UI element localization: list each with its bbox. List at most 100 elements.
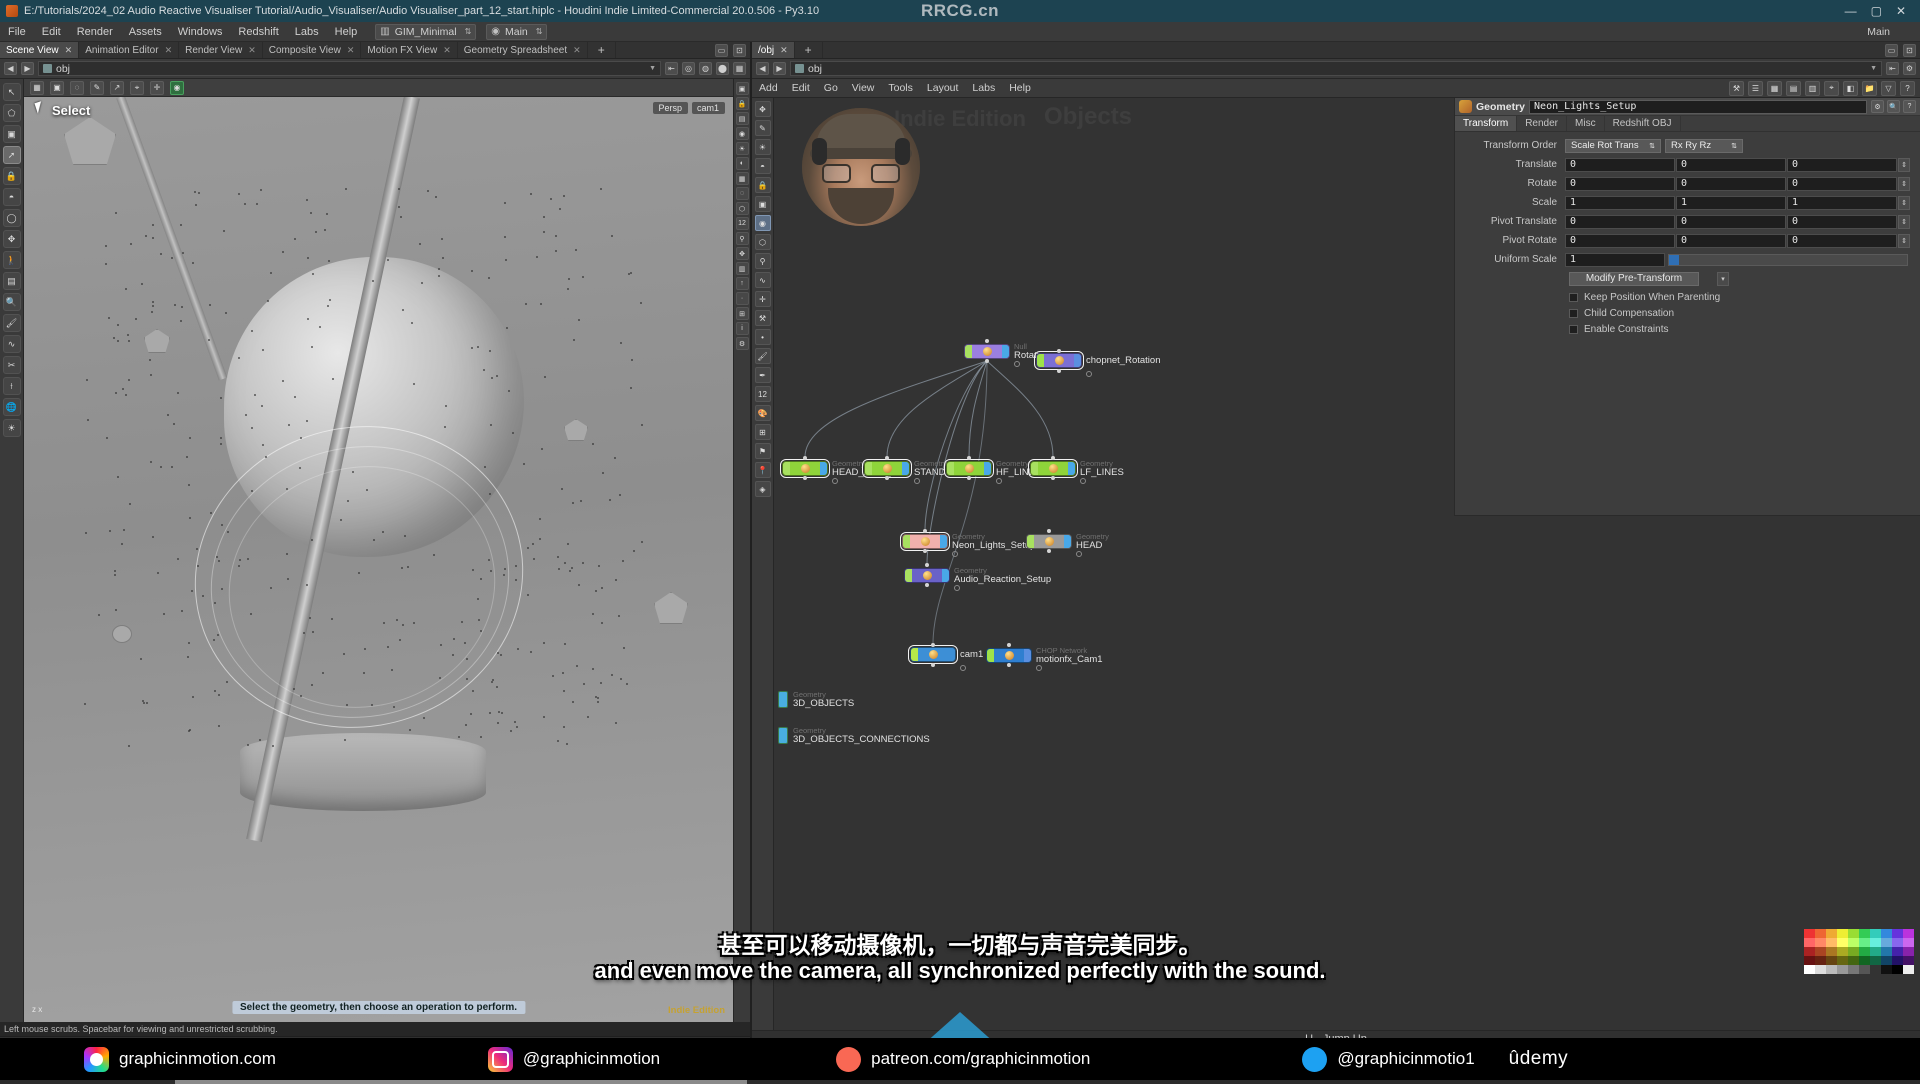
menu-file[interactable]: File: [0, 22, 34, 42]
node-output-connector[interactable]: [967, 476, 971, 480]
param-gear-icon[interactable]: ⚙: [1871, 100, 1884, 113]
close-icon[interactable]: ✕: [347, 45, 355, 56]
network-node[interactable]: GeometryAudio_Reaction_Setup: [904, 567, 1051, 585]
tab-geometry-spreadsheet[interactable]: Geometry Spreadsheet ✕: [458, 42, 588, 58]
menu-windows[interactable]: Windows: [170, 22, 231, 42]
target-icon[interactable]: ◎: [682, 62, 695, 75]
node-body[interactable]: [904, 568, 950, 583]
palette-swatch[interactable]: [1804, 965, 1815, 974]
net-tool-misc-icon[interactable]: ◈: [755, 481, 771, 497]
param-value-field[interactable]: 0: [1676, 177, 1786, 191]
palette-swatch[interactable]: [1903, 947, 1914, 956]
param-value-field[interactable]: 1: [1787, 196, 1897, 210]
node-input-connector[interactable]: [925, 563, 929, 567]
view-tool-walk-icon[interactable]: 🚶: [3, 251, 21, 269]
node-display-flag[interactable]: [947, 462, 954, 475]
brand-udemy[interactable]: ûdemy: [1509, 1048, 1569, 1070]
palette-swatch[interactable]: [1859, 956, 1870, 965]
palette-swatch[interactable]: [1903, 965, 1914, 974]
network-node[interactable]: GeometryNeon_Lights_Setup: [902, 533, 1035, 551]
panel-maximize-icon[interactable]: ⊡: [1903, 44, 1916, 57]
param-value-field[interactable]: 0: [1676, 158, 1786, 172]
palette-swatch[interactable]: [1826, 956, 1837, 965]
net-tool-group-icon[interactable]: ⊞: [755, 424, 771, 440]
back-icon[interactable]: ◀: [4, 62, 17, 75]
view-tool-cut-icon[interactable]: ✂: [3, 356, 21, 374]
palette-swatch[interactable]: [1804, 947, 1815, 956]
netmenu-layout[interactable]: Layout: [920, 79, 966, 98]
net-filter-icon[interactable]: ▽: [1881, 81, 1896, 96]
net-tool-lock-icon[interactable]: 🔒: [755, 177, 771, 193]
node-input-connector[interactable]: [931, 643, 935, 647]
add-network-tab-button[interactable]: +: [795, 42, 823, 58]
view-tool-box-icon[interactable]: ▣: [3, 125, 21, 143]
network-settings-icon[interactable]: ⚙: [1903, 62, 1916, 75]
param-value-field[interactable]: 0: [1565, 234, 1675, 248]
network-node[interactable]: CHOP Networkmotionfx_Cam1: [986, 647, 1103, 665]
modify-pretransform-button[interactable]: Modify Pre-Transform: [1569, 272, 1699, 286]
network-color-palette[interactable]: [1804, 929, 1914, 974]
scene-path-field[interactable]: obj ▼: [38, 61, 661, 76]
palette-swatch[interactable]: [1870, 938, 1881, 947]
chevron-down-icon[interactable]: ▼: [1870, 65, 1877, 72]
palette-swatch[interactable]: [1892, 947, 1903, 956]
uniform-scale-field[interactable]: 1: [1565, 253, 1665, 267]
net-tool-edit-icon[interactable]: ✎: [755, 120, 771, 136]
param-value-field[interactable]: 0: [1787, 177, 1897, 191]
vr-camera-icon[interactable]: ▣: [736, 82, 749, 95]
view-tool-globe-icon[interactable]: 🌐: [3, 398, 21, 416]
netmenu-tools[interactable]: Tools: [881, 79, 920, 98]
node-display-flag[interactable]: [965, 345, 972, 358]
grid-icon[interactable]: ▦: [733, 62, 746, 75]
palette-swatch[interactable]: [1815, 938, 1826, 947]
rotate-order-select[interactable]: Rx Ry Rz ⇅: [1665, 139, 1743, 153]
view-tool-paint-icon[interactable]: 🖌: [3, 314, 21, 332]
menu-labs[interactable]: Labs: [287, 22, 327, 42]
netmenu-add[interactable]: Add: [752, 79, 785, 98]
network-node[interactable]: GeometrySTAND: [864, 460, 947, 478]
network-node[interactable]: GeometryHF_LINES: [946, 460, 1041, 478]
tab-composite-view[interactable]: Composite View ✕: [263, 42, 362, 58]
vr-12-icon[interactable]: 12: [736, 217, 749, 230]
view-tool-poly-icon[interactable]: ⬠: [3, 104, 21, 122]
node-output-connector[interactable]: [925, 583, 929, 587]
palette-swatch[interactable]: [1837, 929, 1848, 938]
view-tool-handle-icon[interactable]: ✥: [3, 230, 21, 248]
net-tool-dot-icon[interactable]: •: [755, 329, 771, 345]
panel-menu-icon[interactable]: ▭: [1885, 44, 1898, 57]
network-node[interactable]: GeometryHEAD: [1026, 533, 1109, 551]
desktop-selector[interactable]: ▥ GIM_Minimal ⇅: [375, 24, 476, 40]
node-render-flag[interactable]: [1068, 462, 1075, 475]
view-tool-arrow-icon[interactable]: ↖: [3, 83, 21, 101]
node-input-connector[interactable]: [923, 529, 927, 533]
param-value-field[interactable]: 1: [1565, 196, 1675, 210]
palette-swatch[interactable]: [1815, 956, 1826, 965]
vr-eye-icon[interactable]: ◉: [736, 127, 749, 140]
node-input-connector[interactable]: [885, 456, 889, 460]
palette-swatch[interactable]: [1848, 938, 1859, 947]
vr-light-icon[interactable]: ☀: [736, 142, 749, 155]
checkbox-child-compensation[interactable]: Child Compensation: [1455, 305, 1910, 321]
param-row-handle-icon[interactable]: ⇕: [1898, 196, 1910, 210]
vp-snap-icon[interactable]: ⌖: [130, 81, 144, 95]
param-value-field[interactable]: 1: [1676, 196, 1786, 210]
palette-swatch[interactable]: [1837, 938, 1848, 947]
net-tool-paint-icon[interactable]: 🎨: [755, 405, 771, 421]
node-render-flag[interactable]: [1002, 345, 1009, 358]
node-input-connector[interactable]: [803, 456, 807, 460]
node-output-connector[interactable]: [1007, 663, 1011, 667]
param-search-icon[interactable]: 🔍: [1887, 100, 1900, 113]
view-tool-magnify-icon[interactable]: 🔍: [3, 293, 21, 311]
node-body[interactable]: [1030, 461, 1076, 476]
vp-ray-icon[interactable]: ↗: [110, 81, 124, 95]
netmenu-labs[interactable]: Labs: [965, 79, 1002, 98]
palette-swatch[interactable]: [1881, 947, 1892, 956]
display-icon[interactable]: ◍: [699, 62, 712, 75]
net-tool-null-icon[interactable]: ✛: [755, 291, 771, 307]
view-tool-light-icon[interactable]: ☀: [3, 419, 21, 437]
vp-display-icon[interactable]: ◉: [170, 81, 184, 95]
vr-xray-icon[interactable]: ◌: [736, 187, 749, 200]
palette-swatch[interactable]: [1870, 956, 1881, 965]
brand-instagram[interactable]: @graphicinmotion: [488, 1047, 660, 1072]
node-output-connector[interactable]: [885, 476, 889, 480]
